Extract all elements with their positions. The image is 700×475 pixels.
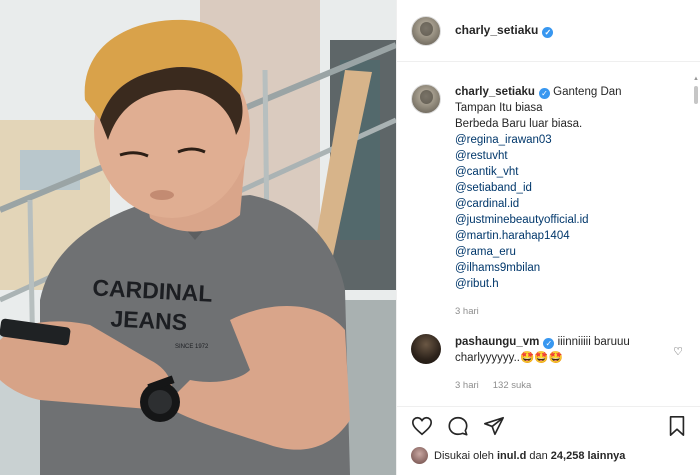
liked-by-and: dan <box>529 449 548 462</box>
likes-count[interactable]: 24,258 lainnya <box>551 450 626 462</box>
comment-timestamp[interactable]: 3 hari <box>455 378 479 394</box>
mention-link[interactable]: @cardinal.id <box>455 196 622 212</box>
comment-like-count[interactable]: 132 suka <box>493 378 532 394</box>
caption-line-1: Ganteng Dan <box>553 86 622 98</box>
mention-link[interactable]: @cantik_vht <box>455 164 622 180</box>
comment-item: pashaungu_vm ✓ iiinniiiii baruuu charlyyy… <box>411 334 683 394</box>
liker-avatar[interactable] <box>411 447 428 464</box>
post-detail-panel: charly_setiaku ✓ charly_setiaku ✓ Ganteng … <box>396 0 700 475</box>
mention-link[interactable]: @setiaband_id <box>455 180 622 196</box>
liker-username[interactable]: inul.d <box>497 450 526 462</box>
share-send-icon[interactable] <box>483 415 505 437</box>
verified-badge-icon: ✓ <box>543 338 555 349</box>
author-username[interactable]: charly_setiaku ✓ <box>455 23 554 38</box>
commenter-username[interactable]: pashaungu_vm <box>455 336 539 348</box>
liked-by-line: Disukai oleh inul.d dan 24,258 lainnya <box>411 447 625 464</box>
comment-like-heart-icon[interactable]: ♡ <box>673 345 683 358</box>
shirt-text-jeans: JEANS <box>110 305 188 335</box>
mention-link[interactable]: @martin.harahap1404 <box>455 228 622 244</box>
author-avatar[interactable] <box>411 15 441 46</box>
post-actions-bar: Disukai oleh inul.d dan 24,258 lainnya <box>397 406 700 475</box>
verified-badge-icon: ✓ <box>538 88 550 99</box>
mention-link[interactable]: @restuvht <box>455 148 622 164</box>
mention-link[interactable]: @ribut.h <box>455 276 622 292</box>
liked-by-prefix: Disukai oleh <box>434 449 494 462</box>
caption: charly_setiaku ✓ Ganteng Dan Tampan Itu b… <box>411 84 683 320</box>
commenter-avatar[interactable] <box>411 334 441 364</box>
mention-link[interactable]: @regina_irawan03 <box>455 132 622 148</box>
post-header: charly_setiaku ✓ <box>397 0 700 62</box>
post-photo[interactable]: CARDINAL JEANS SINCE 1972 <box>0 0 396 475</box>
caption-line-2: Tampan Itu biasa <box>455 102 543 114</box>
mention-link[interactable]: @rama_eru <box>455 244 622 260</box>
post-image: CARDINAL JEANS SINCE 1972 <box>0 0 396 475</box>
comment-text-1: iiinniiiii <box>557 336 591 348</box>
comment-bubble-icon[interactable] <box>447 415 469 437</box>
caption-timestamp[interactable]: 3 hari <box>455 304 622 320</box>
mention-link[interactable]: @justminebeautyofficial.id <box>455 212 622 228</box>
shirt-text-since: SINCE 1972 <box>175 344 209 350</box>
caption-line-3: Berbeda Baru luar biasa. <box>455 118 583 130</box>
verified-badge-icon: ✓ <box>542 27 554 38</box>
caption-author-avatar[interactable] <box>411 84 441 114</box>
comments-section[interactable]: charly_setiaku ✓ Ganteng Dan Tampan Itu b… <box>397 62 700 406</box>
caption-author-username[interactable]: charly_setiaku <box>455 86 535 98</box>
comments-scrollbar[interactable] <box>694 86 698 104</box>
like-heart-icon[interactable] <box>411 415 433 437</box>
save-bookmark-icon[interactable] <box>667 415 687 437</box>
mention-link[interactable]: @ilhams9mbilan <box>455 260 622 276</box>
scroll-up-arrow-icon[interactable]: ▲ <box>693 76 699 82</box>
